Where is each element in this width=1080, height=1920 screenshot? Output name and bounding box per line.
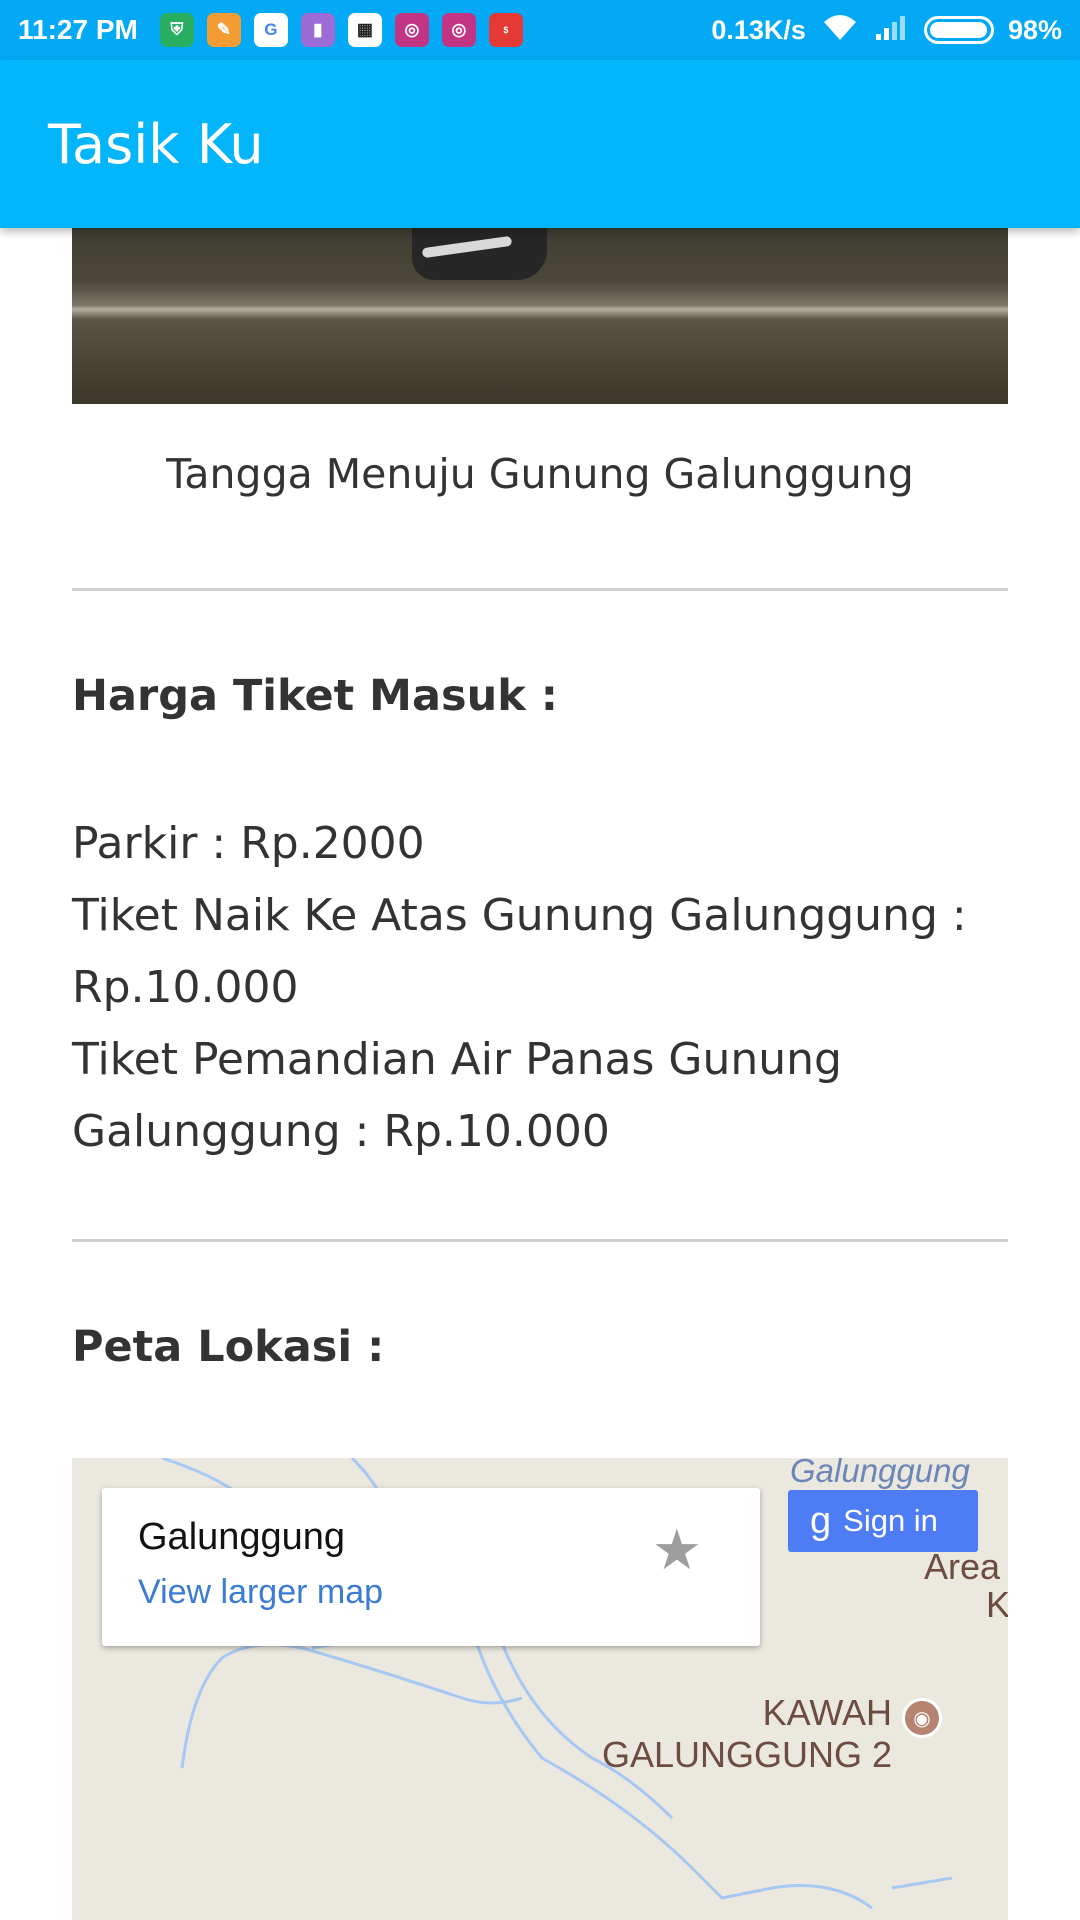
google-sign-in-button[interactable]: g Sign in [788,1490,978,1552]
embedded-map[interactable]: Galunggung Galunggung View larger map ★ … [72,1458,1008,1920]
shield-app-icon: ⛨ [159,13,194,47]
camera-icon[interactable]: ◉ [902,1698,942,1738]
network-speed: 0.13K/s [711,14,806,45]
notification-icons: ⛨ ✎ G ▮ ▦ ◎ ◎ $ [159,13,523,47]
divider [72,588,1008,591]
bbm-icon: ▦ [347,13,382,47]
divider [72,1239,1008,1242]
map-label-galunggung: Galunggung [790,1458,970,1489]
battery-icon [923,16,994,44]
poi-line-2: GALUNGGUNG 2 [601,1734,892,1775]
google-icon: G [253,13,288,47]
ticket-price-list: Parkir : Rp.2000 Tiket Naik Ke Atas Gunu… [72,808,1008,1168]
wifi-icon [820,12,860,49]
location-photo [72,228,1008,404]
map-poi-kawah[interactable]: KAWAH GALUNGGUNG 2 [572,1692,892,1776]
money-lover-icon: $ [488,13,523,47]
instagram-icon: ◎ [441,13,476,47]
status-bar: 11:27 PM ⛨ ✎ G ▮ ▦ ◎ ◎ $ 0.13K/s 98% [0,0,1080,60]
photo-caption: Tangga Menuju Gunung Galunggung [166,450,914,498]
price-line-hot-spring: Tiket Pemandian Air Panas Gunung Galungg… [72,1034,842,1157]
map-label-area-k: K [986,1584,1008,1625]
price-line-climb: Tiket Naik Ke Atas Gunung Galunggung : R… [72,890,967,1013]
ticket-price-heading: Harga Tiket Masuk : [72,671,558,721]
brush-app-icon: ✎ [206,13,241,47]
map-place-card: Galunggung View larger map ★ [102,1488,760,1646]
view-larger-map-link[interactable]: View larger map [138,1573,724,1612]
map-place-name: Galunggung [138,1516,346,1558]
status-time: 11:27 PM [18,14,138,45]
instagram-icon: ◎ [394,13,429,47]
app-bar: Tasik Ku [0,60,1080,228]
battery-percent: 98% [1007,14,1062,45]
map-heading: Peta Lokasi : [72,1322,385,1372]
sign-in-label: Sign in [843,1503,938,1538]
signal-icon [874,12,910,49]
map-label-area: Area [924,1546,1001,1587]
scroll-content[interactable]: Tangga Menuju Gunung Galunggung Harga Ti… [0,228,1080,1920]
app-title: Tasik Ku [48,112,264,176]
poi-line-1: KAWAH [762,1692,892,1733]
status-right: 0.13K/s 98% [711,12,1062,49]
files-app-icon: ▮ [300,13,335,47]
google-g-icon: g [810,1499,832,1542]
save-star-icon[interactable]: ★ [652,1518,702,1583]
price-line-parking: Parkir : Rp.2000 [72,818,425,869]
